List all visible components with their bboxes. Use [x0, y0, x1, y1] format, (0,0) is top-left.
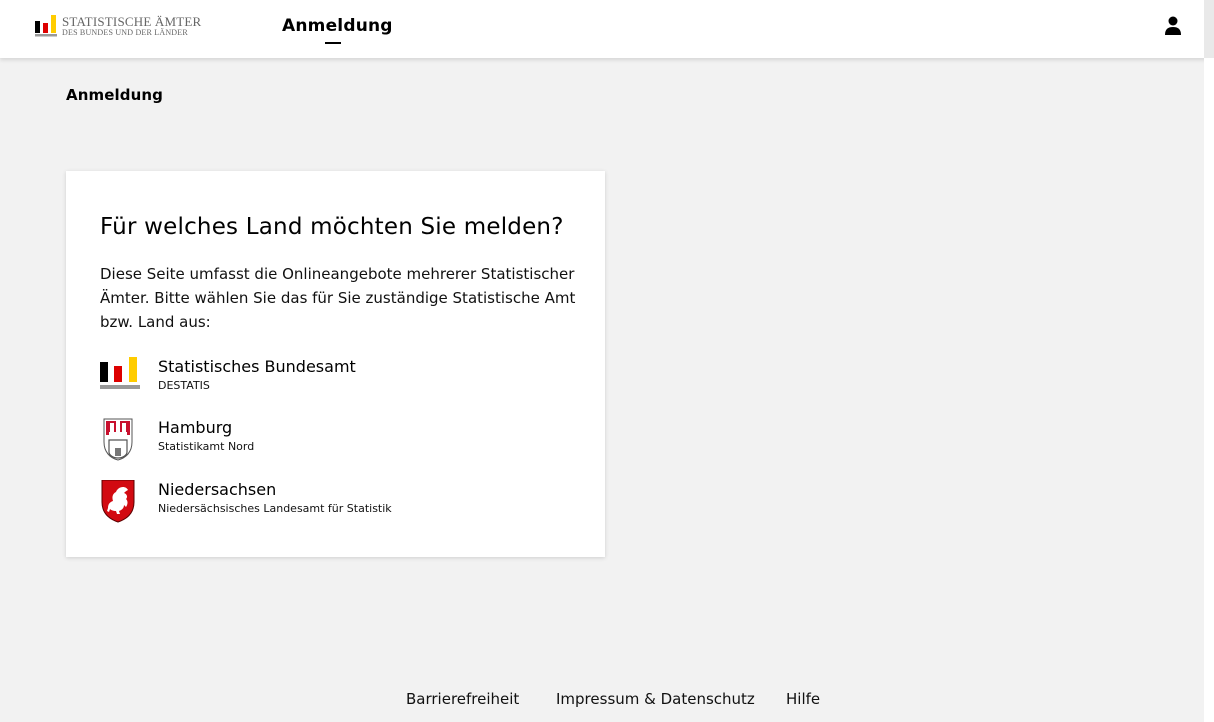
region-selection-card: Für welches Land möchten Sie melden? Die…: [66, 171, 605, 557]
tab-anmeldung[interactable]: Anmeldung: [282, 16, 393, 36]
option-name: Statistisches Bundesamt: [158, 357, 356, 376]
destatis-logo-icon: [100, 357, 140, 403]
option-subtitle: Niedersächsisches Landesamt für Statisti…: [158, 502, 392, 515]
footer-link-impressum-datenschutz[interactable]: Impressum & Datenschutz: [556, 690, 755, 708]
footer: Barrierefreiheit Impressum & Datenschutz…: [0, 690, 1214, 714]
card-description: Diese Seite umfasst die Onlineangebote m…: [100, 265, 576, 331]
option-name: Niedersachsen: [158, 480, 277, 499]
option-name: Hamburg: [158, 418, 233, 437]
card-title: Für welches Land möchten Sie melden?: [100, 214, 564, 240]
option-statistisches-bundesamt[interactable]: Statistisches Bundesamt DESTATIS: [100, 357, 570, 403]
page-title: Anmeldung: [66, 86, 163, 104]
option-hamburg[interactable]: Hamburg Statistikamt Nord: [100, 418, 570, 464]
site-logo[interactable]: STATISTISCHE ÄMTER DES BUNDES UND DER LÄ…: [34, 15, 201, 37]
active-tab-indicator: [325, 42, 341, 44]
flag-logo-icon: [34, 15, 58, 37]
logo-subtitle: DES BUNDES UND DER LÄNDER: [62, 28, 188, 37]
option-subtitle: Statistikamt Nord: [158, 440, 255, 453]
option-subtitle: DESTATIS: [158, 379, 210, 392]
user-icon[interactable]: [1164, 16, 1182, 36]
footer-link-hilfe[interactable]: Hilfe: [786, 690, 820, 708]
option-niedersachsen[interactable]: Niedersachsen Niedersächsisches Landesam…: [100, 479, 570, 526]
footer-link-barrierefreiheit[interactable]: Barrierefreiheit: [406, 690, 519, 708]
niedersachsen-horse-icon: [100, 479, 140, 526]
hamburg-coat-of-arms-icon: [100, 418, 140, 464]
logo-title: STATISTISCHE ÄMTER: [62, 14, 202, 29]
top-bar: STATISTISCHE ÄMTER DES BUNDES UND DER LÄ…: [0, 0, 1214, 58]
right-edge-strip: [1204, 58, 1214, 722]
